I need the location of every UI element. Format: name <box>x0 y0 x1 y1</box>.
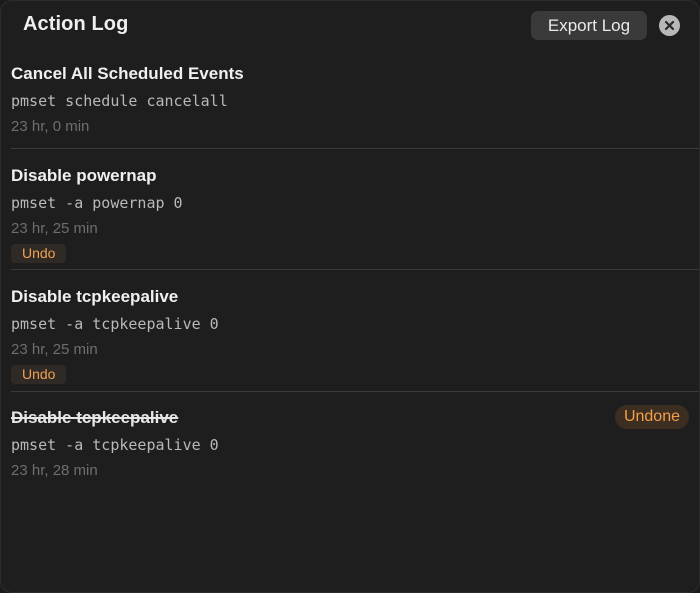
header: Action Log Export Log <box>1 1 699 51</box>
close-button[interactable] <box>659 15 680 36</box>
action-log-window: Action Log Export Log Cancel All Schedul… <box>0 0 700 593</box>
entry-time: 23 hr, 25 min <box>11 220 98 237</box>
action-log-list: Cancel All Scheduled Events pmset schedu… <box>1 59 699 488</box>
entry-name: Cancel All Scheduled Events <box>11 64 244 83</box>
export-log-button[interactable]: Export Log <box>531 11 647 40</box>
undo-button[interactable]: Undo <box>11 365 67 384</box>
log-entry: Disable tcpkeepalive Undone pmset -a tcp… <box>1 392 699 488</box>
entry-command: pmset -a tcpkeepalive 0 <box>11 436 219 454</box>
undo-button[interactable]: Undo <box>11 244 67 263</box>
entry-name: Disable powernap <box>11 166 157 185</box>
entry-time: 23 hr, 25 min <box>11 341 98 358</box>
log-entry: Cancel All Scheduled Events pmset schedu… <box>1 64 699 148</box>
entry-command: pmset schedule cancelall <box>11 92 228 110</box>
entry-name: Disable tcpkeepalive <box>11 408 179 427</box>
log-entry: Disable powernap pmset -a powernap 0 23 … <box>1 149 699 269</box>
entry-time: 23 hr, 28 min <box>11 462 98 479</box>
page-title: Action Log <box>23 13 129 35</box>
entry-command: pmset -a tcpkeepalive 0 <box>11 315 219 333</box>
entry-name: Disable tcpkeepalive <box>11 287 179 306</box>
entry-time: 23 hr, 0 min <box>11 118 90 135</box>
entry-command: pmset -a powernap 0 <box>11 194 183 212</box>
log-entry: Disable tcpkeepalive pmset -a tcpkeepali… <box>1 270 699 391</box>
close-icon <box>664 20 675 31</box>
undone-badge: Undone <box>614 405 689 429</box>
